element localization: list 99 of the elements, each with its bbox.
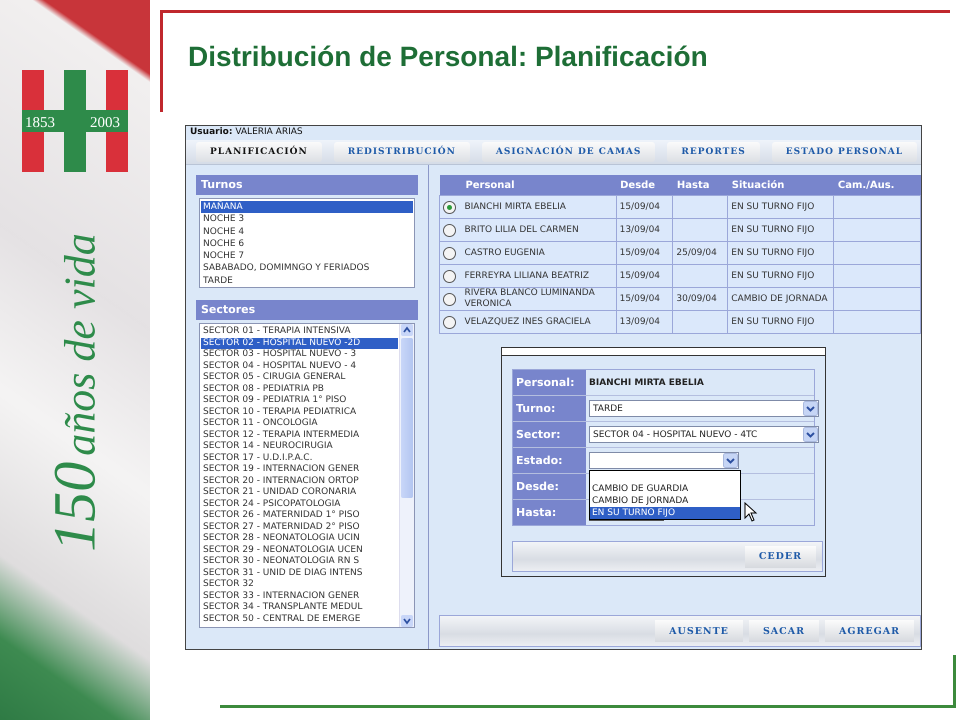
list-item[interactable]: SECTOR 10 - TERAPIA PEDIATRICA [201, 406, 398, 418]
slide-title: Distribución de Personal: Planificación [188, 41, 709, 73]
list-item[interactable]: NOCHE 4 [201, 226, 413, 238]
list-item[interactable]: SECTOR 01 - TERAPIA INTENSIVA [201, 326, 398, 338]
table-cell: FERREYRA LILIANA BEATRIZ [464, 270, 590, 280]
tab[interactable]: REPORTES [667, 142, 760, 162]
field-label: Estado: [513, 448, 586, 473]
list-item[interactable]: SECTOR 28 - NEONATOLOGIA UCIN [201, 533, 398, 544]
column-header: Cam./Aus. [834, 175, 920, 196]
tab[interactable]: ASIGNACIÓN DE CAMAS [482, 142, 656, 162]
list-item[interactable]: SECTOR 29 - NEONATOLOGIA UCEN [201, 544, 398, 556]
dropdown-option[interactable]: CAMBIO DE GUARDIA [590, 483, 740, 495]
radio-button[interactable] [443, 270, 456, 282]
list-item[interactable]: SECTOR 32 [201, 579, 398, 590]
table-cell: 30/09/04 [676, 294, 717, 304]
table-cell: RIVERA BLANCO LUMINANDA VERONICA [464, 288, 595, 309]
table-cell: 15/09/04 [620, 270, 660, 280]
table-cell: 15/09/04 [620, 294, 660, 304]
logo: 1853 2003 [22, 70, 128, 172]
list-item[interactable]: SECTOR 26 - MATERNIDAD 1° PISO [201, 510, 398, 522]
action-button[interactable]: AGREGAR [825, 620, 914, 642]
table-cell: 15/09/04 [620, 248, 660, 258]
tab[interactable]: ESTADO PERSONAL [772, 142, 918, 162]
column-header: Desde [616, 175, 673, 196]
list-item[interactable]: NOCHE 7 [201, 250, 413, 262]
table-cell: VELAZQUEZ INES GRACIELA [464, 316, 591, 326]
table-cell: CAMBIO DE JORNADA [731, 294, 828, 304]
list-item[interactable]: SECTOR 12 - TERAPIA INTERMEDIA [201, 430, 398, 441]
table-cell: EN SU TURNO FIJO [731, 316, 814, 326]
list-item[interactable]: SECTOR 20 - INTERNACION ORTOP [201, 476, 398, 487]
list-item[interactable]: SECTOR 31 - UNID DE DIAG INTENS [201, 568, 398, 579]
column-header: Hasta [672, 175, 728, 196]
list-item[interactable]: SECTOR 33 - INTERNACION GENER [201, 590, 398, 602]
field-value: BIANCHI MIRTA EBELIA [589, 378, 704, 388]
column-header: Personal [461, 175, 616, 196]
field-label: Personal: [513, 370, 586, 395]
tab[interactable]: REDISTRIBUCIÓN [334, 142, 470, 162]
slogan-number: 150 [40, 461, 108, 552]
table-cell: BRITO LILIA DEL CARMEN [464, 224, 579, 234]
table-cell: 13/09/04 [620, 224, 660, 234]
list-item[interactable]: SECTOR 19 - INTERNACION GENER [201, 464, 398, 476]
radio-button[interactable] [443, 200, 456, 214]
panel-header: Sectores [196, 300, 418, 320]
column-header: Situación [728, 175, 834, 196]
scroll-down-icon[interactable] [401, 615, 413, 627]
mouse-pointer-icon [744, 502, 758, 522]
select-field[interactable] [589, 452, 739, 469]
list-item[interactable]: SECTOR 02 - HOSPITAL NUEVO -2D [201, 338, 398, 349]
select-field[interactable]: SECTOR 04 - HOSPITAL NUEVO - 4TC [589, 426, 819, 443]
table-cell: 15/09/04 [620, 202, 660, 212]
table-cell: EN SU TURNO FIJO [731, 224, 814, 234]
user-label: Usuario: VALERIA ARIAS [189, 126, 304, 139]
list-item[interactable]: SECTOR 30 - NEONATOLOGIA RN S [201, 556, 398, 568]
list-item[interactable]: NOCHE 6 [201, 238, 413, 250]
select-field[interactable]: TARDE [589, 400, 819, 417]
list-item[interactable]: SECTOR 03 - HOSPITAL NUEVO - 3 [201, 349, 398, 360]
radio-button[interactable] [443, 292, 456, 306]
action-button[interactable]: AUSENTE [655, 620, 743, 642]
radio-button[interactable] [443, 246, 456, 260]
list-box[interactable]: MAÑANA NOCHE 3 NOCHE 4 NOCHE 6 NOCHE 7 SABABADO, DOMIMNGO Y FERIADOS TARDE [199, 198, 415, 288]
list-item[interactable]: SECTOR 21 - UNIDAD CORONARIA [201, 487, 398, 498]
radio-button[interactable] [443, 316, 456, 328]
list-item[interactable]: MAÑANA [201, 201, 413, 214]
dropdown-option[interactable]: EN SU TURNO FIJO [590, 507, 740, 519]
field-label: Hasta: [513, 500, 586, 525]
list-item[interactable]: SECTOR 50 - CENTRAL DE EMERGE [201, 614, 398, 625]
list-box[interactable] [199, 323, 415, 628]
scroll-bar[interactable] [399, 324, 414, 627]
field-label: Desde: [513, 474, 586, 499]
table-cell: CASTRO EUGENIA [464, 248, 545, 258]
list-item[interactable]: SECTOR 09 - PEDIATRIA 1° PISO [201, 395, 398, 406]
list-item[interactable]: NOCHE 3 [201, 213, 413, 226]
table-cell: 25/09/04 [676, 248, 717, 258]
slogan-text: años de vida [54, 232, 106, 456]
table-cell: EN SU TURNO FIJO [731, 202, 814, 212]
list-item[interactable]: SECTOR 17 - U.D.I.P.A.C. [201, 452, 398, 464]
panel-header: Turnos [196, 175, 418, 195]
list-item[interactable]: TARDE [201, 274, 413, 288]
table-cell: EN SU TURNO FIJO [731, 270, 814, 280]
dropdown-option[interactable]: CAMBIO DE JORNADA [590, 495, 740, 507]
list-item[interactable]: SECTOR 04 - HOSPITAL NUEVO - 4 [201, 360, 398, 372]
table-cell: EN SU TURNO FIJO [731, 248, 814, 258]
tab[interactable]: PLANIFICACIÓN [196, 142, 322, 162]
list-item[interactable]: SECTOR 08 - PEDIATRIA PB [201, 384, 398, 395]
action-button[interactable]: SACAR [748, 620, 819, 642]
list-item[interactable]: SECTOR 24 - PSICOPATOLOGIA [201, 498, 398, 510]
scroll-up-icon[interactable] [401, 324, 413, 336]
list-item[interactable]: SECTOR 34 - TRANSPLANTE MEDUL [201, 602, 398, 614]
table-cell: BIANCHI MIRTA EBELIA [464, 202, 566, 212]
list-item[interactable]: SECTOR 14 - NEUROCIRUGIA [201, 441, 398, 452]
radio-button[interactable] [443, 224, 456, 236]
list-item[interactable]: SECTOR 27 - MATERNIDAD 2° PISO [201, 522, 398, 533]
list-item[interactable]: SECTOR 05 - CIRUGIA GENERAL [201, 372, 398, 384]
ceder-button[interactable]: CEDER [744, 546, 816, 568]
table-cell: 13/09/04 [620, 316, 660, 326]
field-label: Sector: [513, 422, 586, 447]
list-item[interactable]: SABABADO, DOMIMNGO Y FERIADOS [201, 262, 413, 275]
field-label: Turno: [513, 396, 586, 421]
list-item[interactable]: SECTOR 11 - ONCOLOGIA [201, 418, 398, 430]
